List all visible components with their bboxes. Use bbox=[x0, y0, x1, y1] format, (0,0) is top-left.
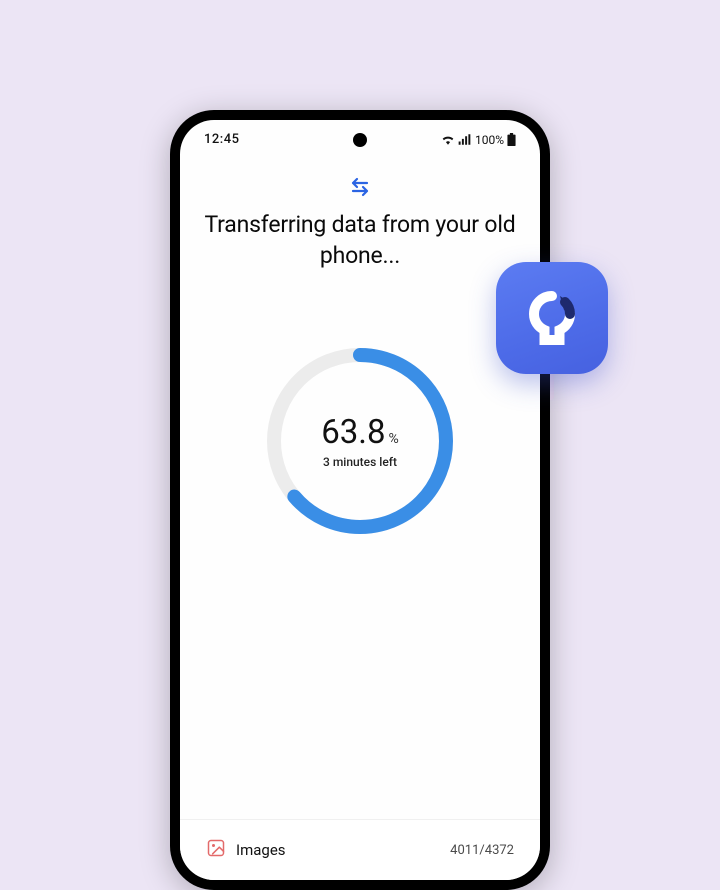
images-icon bbox=[206, 838, 226, 862]
signal-icon bbox=[458, 134, 471, 145]
progress-percent: 63.8 % bbox=[321, 413, 399, 452]
wifi-icon bbox=[441, 134, 455, 145]
phone-frame: 12:45 100% Transferr bbox=[170, 110, 550, 890]
progress-center: 63.8 % 3 minutes left bbox=[260, 341, 460, 541]
time-remaining: 3 minutes left bbox=[323, 455, 397, 469]
front-camera bbox=[353, 133, 367, 147]
page-title: Transferring data from your old phone... bbox=[204, 209, 516, 271]
transfer-arrows-icon bbox=[348, 177, 372, 201]
current-item-label: Images bbox=[236, 841, 440, 859]
battery-icon bbox=[507, 133, 516, 146]
percent-sign: % bbox=[389, 431, 399, 447]
battery-text: 100% bbox=[475, 133, 504, 147]
status-indicators: 100% bbox=[441, 133, 516, 147]
percent-value: 63.8 bbox=[321, 413, 385, 452]
status-time: 12:45 bbox=[204, 132, 239, 147]
current-item-count: 4011/4372 bbox=[450, 843, 514, 858]
app-content: Transferring data from your old phone...… bbox=[180, 151, 540, 541]
smart-switch-app-icon bbox=[496, 262, 608, 374]
phone-screen: 12:45 100% Transferr bbox=[180, 120, 540, 880]
current-item-row: Images 4011/4372 bbox=[180, 819, 540, 880]
progress-ring-container: 63.8 % 3 minutes left bbox=[204, 341, 516, 541]
progress-ring: 63.8 % 3 minutes left bbox=[260, 341, 460, 541]
